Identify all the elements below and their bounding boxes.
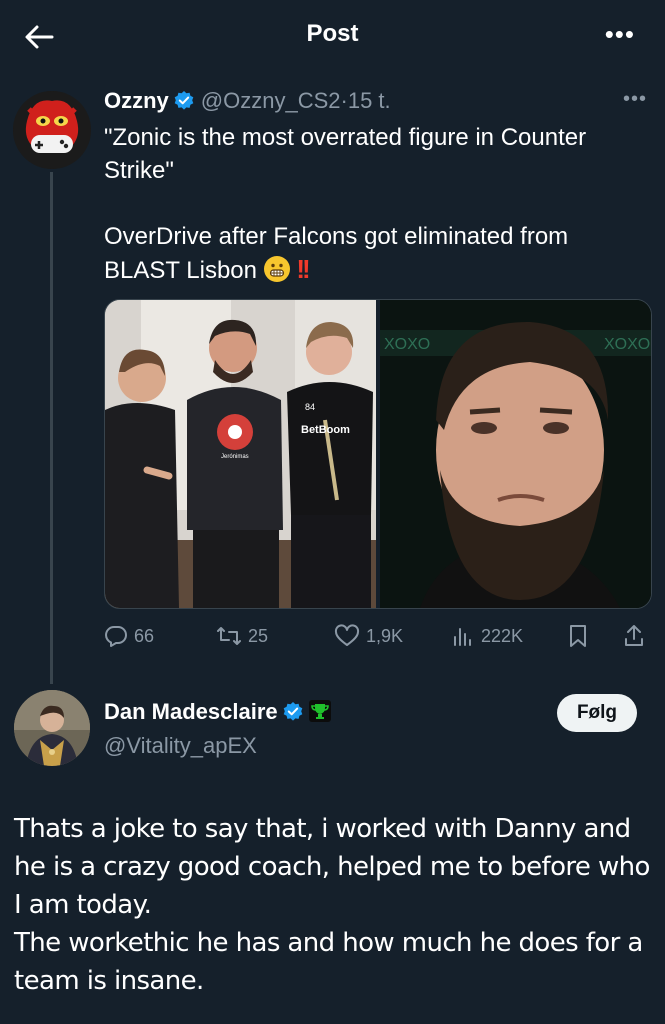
heart-icon bbox=[334, 624, 360, 646]
like-button[interactable]: 1,9K bbox=[334, 619, 403, 653]
post-text: "Zonic is the most overrated figure in C… bbox=[104, 121, 644, 287]
post-time[interactable]: 15 t. bbox=[348, 88, 391, 113]
bookmark-button[interactable] bbox=[566, 619, 596, 653]
repost-count: 25 bbox=[248, 625, 269, 646]
repost-button[interactable]: 25 bbox=[216, 619, 268, 653]
hoodie-print-text: Jerónimas bbox=[221, 454, 249, 460]
reply-author-handle[interactable]: @Vitality_apEX bbox=[104, 733, 257, 759]
grimacing-face-emoji-icon bbox=[263, 256, 290, 282]
reply-author-name[interactable]: Dan Madesclaire bbox=[104, 699, 278, 724]
author-handle[interactable]: @Ozzny_CS2 bbox=[201, 88, 341, 113]
photo-portrait[interactable]: XOXO XOXO bbox=[380, 300, 651, 608]
share-icon bbox=[625, 625, 643, 646]
post-text-quote: "Zonic is the most overrated figure in C… bbox=[104, 124, 587, 184]
repost-icon bbox=[217, 627, 241, 645]
reply-text-paragraph-1: Thats a joke to say that, i worked with … bbox=[14, 814, 650, 920]
reply-count: 66 bbox=[134, 625, 155, 646]
views-button[interactable]: 222K bbox=[451, 619, 523, 653]
verified-badge-icon bbox=[282, 701, 304, 729]
reply-icon bbox=[105, 626, 127, 647]
reply-text-paragraph-2: The workethic he has and how much he doe… bbox=[14, 928, 643, 996]
author-name[interactable]: Ozzny bbox=[104, 88, 169, 113]
reply-text: Thats a joke to say that, i worked with … bbox=[14, 810, 654, 1000]
more-options-icon[interactable]: ••• bbox=[605, 21, 635, 47]
post-media: BetBoom 84 Jerónimas XOXO XOXO bbox=[104, 299, 652, 609]
reply-author-avatar[interactable] bbox=[14, 690, 90, 766]
thread-line bbox=[50, 172, 53, 684]
post-more-icon[interactable]: ••• bbox=[623, 88, 647, 111]
double-exclamation-icon: !! bbox=[296, 254, 310, 284]
post-text-line: OverDrive after Falcons got eliminated f… bbox=[104, 223, 569, 284]
post-header: Ozzny @Ozzny_CS2·15 t. bbox=[104, 88, 391, 118]
separator-dot: · bbox=[340, 88, 348, 113]
post-text-body: OverDrive after Falcons got eliminated f… bbox=[104, 220, 644, 287]
verified-badge-icon bbox=[173, 90, 195, 118]
views-chart-icon bbox=[454, 628, 471, 646]
views-count: 222K bbox=[481, 625, 524, 646]
affiliate-badge-icon[interactable] bbox=[308, 699, 332, 729]
banner-text-right: XOXO bbox=[604, 336, 650, 353]
shirt-sponsor-text: BetBoom bbox=[301, 424, 350, 436]
post-actions: 66 25 1,9K 222K bbox=[104, 619, 652, 653]
shirt-number-text: 84 bbox=[305, 402, 315, 412]
reply-button[interactable]: 66 bbox=[104, 619, 154, 653]
share-button[interactable] bbox=[622, 619, 652, 653]
follow-button[interactable]: Følg bbox=[557, 694, 637, 732]
banner-text-left: XOXO bbox=[384, 336, 430, 353]
page-title: Post bbox=[306, 20, 359, 47]
top-bar: Post ••• bbox=[0, 0, 665, 72]
photo-three-people[interactable]: BetBoom 84 Jerónimas bbox=[105, 300, 376, 608]
like-count: 1,9K bbox=[366, 625, 404, 646]
author-avatar[interactable] bbox=[13, 91, 91, 169]
reply-header: Dan Madesclaire bbox=[104, 699, 338, 729]
bookmark-icon bbox=[570, 625, 586, 647]
